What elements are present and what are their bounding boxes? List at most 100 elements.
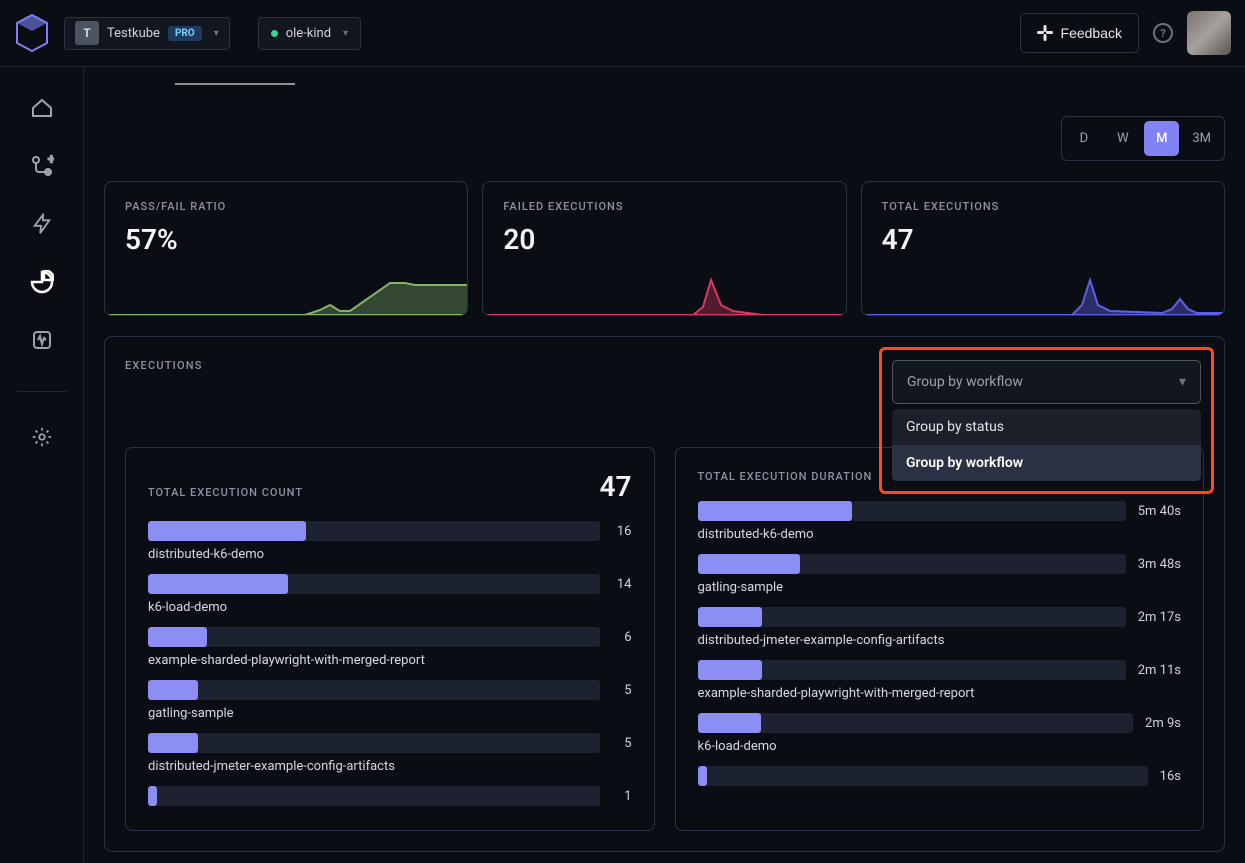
bar-row[interactable]: 1 <box>148 786 632 806</box>
bar-label: gatling-sample <box>148 706 632 721</box>
bar-bg <box>148 574 600 594</box>
bar-value: 1 <box>612 789 632 804</box>
metric-pass-fail[interactable]: PASS/FAIL RATIO 57% <box>104 181 468 316</box>
bar-bg <box>148 733 600 753</box>
slack-icon <box>1037 25 1053 41</box>
groupby-select[interactable]: Group by workflow ▾ <box>892 360 1201 404</box>
metric-failed[interactable]: FAILED EXECUTIONS 20 <box>482 181 846 316</box>
metric-value: 57% <box>125 223 447 256</box>
bar-label: example-sharded-playwright-with-merged-r… <box>698 686 1182 701</box>
sparkline-chart <box>105 275 468 315</box>
bar-label: k6-load-demo <box>698 739 1182 754</box>
nav-status-icon[interactable] <box>29 327 55 353</box>
bar-fill <box>698 501 852 521</box>
org-selector[interactable]: T Testkube PRO ▾ <box>64 17 230 50</box>
nav-divider <box>17 391 67 392</box>
exec-duration-column: TOTAL EXECUTION DURATION 5m 40sdistribut… <box>675 447 1205 831</box>
bar-bg <box>698 660 1126 680</box>
bar-value: 2m 9s <box>1145 716 1181 731</box>
bar-fill <box>698 607 762 627</box>
help-button[interactable]: ? <box>1153 23 1173 43</box>
sparkline-chart <box>483 275 846 315</box>
bar-row[interactable]: 16distributed-k6-demo <box>148 521 632 562</box>
bar-label: example-sharded-playwright-with-merged-r… <box>148 653 632 668</box>
bar-bg <box>148 627 600 647</box>
bar-fill <box>698 766 707 786</box>
bar-value: 5m 40s <box>1138 504 1181 519</box>
bar-label: distributed-jmeter-example-config-artifa… <box>148 759 632 774</box>
env-selector[interactable]: ole-kind ▾ <box>258 17 361 50</box>
bar-label: k6-load-demo <box>148 600 632 615</box>
feedback-button[interactable]: Feedback <box>1020 13 1139 53</box>
sidebar: + <box>0 67 84 863</box>
bar-fill <box>148 574 288 594</box>
feedback-label: Feedback <box>1061 25 1122 41</box>
groupby-value: Group by workflow <box>907 374 1023 390</box>
bar-row[interactable]: 2m 17sdistributed-jmeter-example-config-… <box>698 607 1182 648</box>
exec-col-title: TOTAL EXECUTION COUNT <box>148 486 303 499</box>
bar-row[interactable]: 14 k6-load-demo <box>148 574 632 615</box>
bar-row[interactable]: 5 gatling-sample <box>148 680 632 721</box>
range-week[interactable]: W <box>1105 121 1140 156</box>
bar-value: 5 <box>612 736 632 751</box>
time-range: D W M 3M <box>104 116 1225 161</box>
status-dot-icon <box>271 30 278 37</box>
bar-fill <box>698 660 762 680</box>
groupby-option-status[interactable]: Group by status <box>892 409 1201 445</box>
nav-insights-icon[interactable] <box>29 269 55 295</box>
bar-value: 16s <box>1160 769 1181 784</box>
nav-workflows-icon[interactable]: + <box>29 153 55 179</box>
bar-value: 14 <box>612 577 632 592</box>
bar-label: gatling-sample <box>698 580 1182 595</box>
bar-row[interactable]: 5m 40s distributed-k6-demo <box>698 501 1182 542</box>
svg-text:+: + <box>48 154 54 166</box>
nav-home-icon[interactable] <box>29 95 55 121</box>
range-group: D W M 3M <box>1061 116 1225 161</box>
executions-title: EXECUTIONS <box>125 359 203 372</box>
bar-bg <box>698 766 1148 786</box>
topbar: T Testkube PRO ▾ ole-kind ▾ Feedback ? <box>0 0 1245 67</box>
bar-fill <box>698 554 801 574</box>
bar-value: 6 <box>612 630 632 645</box>
bar-row[interactable]: 2m 11sexample-sharded-playwright-with-me… <box>698 660 1182 701</box>
bar-row[interactable]: 5 distributed-jmeter-example-config-artif… <box>148 733 632 774</box>
bar-bg <box>148 786 600 806</box>
metric-value: 20 <box>503 223 825 256</box>
groupby-highlight: Group by workflow ▾ Group by status Grou… <box>879 347 1214 494</box>
bar-value: 3m 48s <box>1138 557 1181 572</box>
org-name: Testkube <box>107 26 160 41</box>
groupby-options: Group by status Group by workflow <box>892 409 1201 481</box>
user-avatar[interactable] <box>1187 11 1231 55</box>
bar-fill <box>148 786 157 806</box>
chevron-down-icon: ▾ <box>1179 374 1186 390</box>
bar-row[interactable]: 6 example-sharded-playwright-with-merged-… <box>148 627 632 668</box>
bar-fill <box>148 627 207 647</box>
range-3month[interactable]: 3M <box>1183 121 1220 156</box>
metric-label: PASS/FAIL RATIO <box>125 200 447 213</box>
nav-settings-icon[interactable] <box>29 424 55 450</box>
org-avatar: T <box>75 21 99 45</box>
executions-panel: EXECUTIONS Group by workflow ▾ Group by … <box>104 336 1225 852</box>
metric-label: FAILED EXECUTIONS <box>503 200 825 213</box>
chevron-down-icon: ▾ <box>343 28 348 39</box>
metric-label: TOTAL EXECUTIONS <box>882 200 1204 213</box>
bar-bg <box>698 554 1126 574</box>
exec-col-total: 47 <box>600 470 632 503</box>
metric-total[interactable]: TOTAL EXECUTIONS 47 <box>861 181 1225 316</box>
bar-fill <box>148 733 198 753</box>
bar-row[interactable]: 2m 9s k6-load-demo <box>698 713 1182 754</box>
bar-row[interactable]: 16s <box>698 766 1182 786</box>
bar-fill <box>148 521 306 541</box>
env-name: ole-kind <box>286 26 331 41</box>
chevron-down-icon: ▾ <box>214 28 219 39</box>
range-day[interactable]: D <box>1066 121 1101 156</box>
bar-label: distributed-k6-demo <box>148 547 632 562</box>
groupby-option-workflow[interactable]: Group by workflow <box>892 445 1201 481</box>
bar-value: 5 <box>612 683 632 698</box>
bar-label: distributed-k6-demo <box>698 527 1182 542</box>
range-month[interactable]: M <box>1144 121 1179 156</box>
bar-bg <box>148 680 600 700</box>
bar-fill <box>698 713 761 733</box>
bar-row[interactable]: 3m 48s gatling-sample <box>698 554 1182 595</box>
nav-triggers-icon[interactable] <box>29 211 55 237</box>
